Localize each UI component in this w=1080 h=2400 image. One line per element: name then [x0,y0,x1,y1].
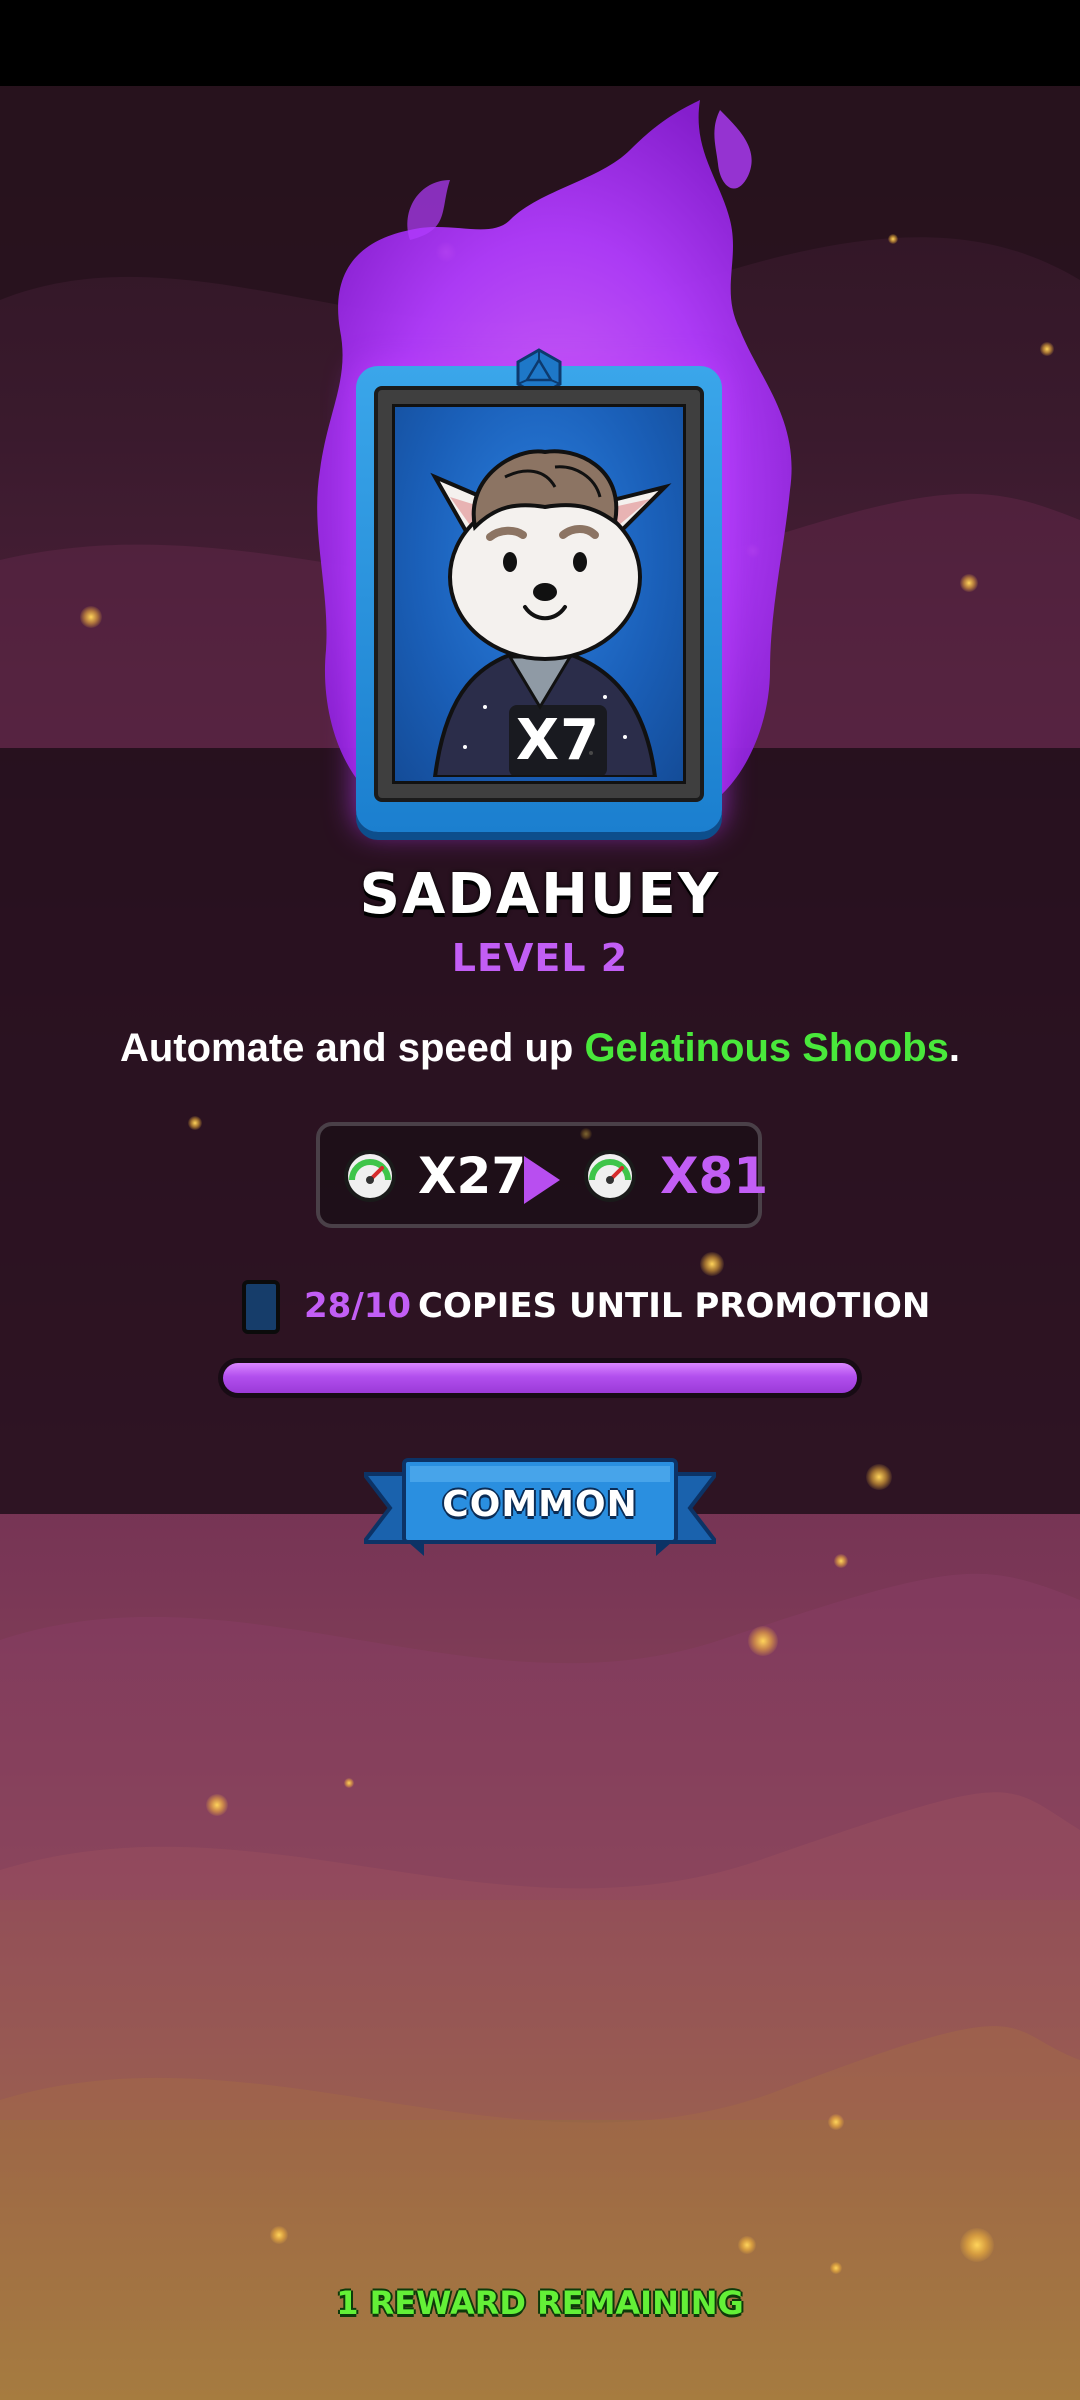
promotion-progress-bar [218,1358,862,1398]
sparkle [344,1778,354,1788]
sparkle [834,1554,848,1568]
description-suffix: . [948,1026,961,1070]
character-card[interactable]: X7 [356,348,722,832]
sparkle [206,1794,228,1816]
promotion-progress-fill [223,1363,857,1393]
speed-upgrade-panel: X27 X81 [316,1122,768,1228]
speedometer-icon [584,1150,636,1202]
sparkle [828,2114,844,2130]
description-highlight: Gelatinous Shoobs [584,1026,949,1070]
card-frame: X7 [374,386,704,802]
arrow-right-icon [524,1156,560,1204]
current-speed: X27 [418,1147,527,1205]
rarity-label: COMMON [442,1484,638,1525]
next-speed: X81 [660,1147,769,1205]
card-level: LEVEL 2 [451,936,629,980]
ability-description: Automate and speed up Gelatinous Shoobs. [0,1026,1080,1071]
status-bar [0,0,1080,86]
card-portrait: X7 [392,404,686,784]
reward-screen[interactable]: X7 SADAHUEY LEVEL 2 Automate and speed u… [0,0,1080,2400]
sparkle [188,1116,202,1130]
card-count-badge: X7 [509,705,607,777]
sparkle [1040,342,1054,356]
sparkle [960,2228,994,2262]
sparkle [888,234,898,244]
copies-label: COPIES UNTIL PROMOTION [418,1286,931,1326]
description-prefix: Automate and speed up [119,1026,585,1070]
sparkle [80,606,102,628]
sparkle [748,1626,778,1656]
sparkle [830,2262,842,2274]
card-icon [242,1280,280,1334]
copies-count: 28/10 [304,1286,412,1326]
sparkle [960,574,978,592]
rewards-remaining-label[interactable]: 1 REWARD REMAINING [0,2284,1080,2322]
speedometer-icon [344,1150,396,1202]
sparkle [738,2236,756,2254]
sparkle [700,1252,724,1276]
card-name: SADAHUEY [359,862,721,927]
sparkle [270,2226,288,2244]
sparkle [866,1464,892,1490]
